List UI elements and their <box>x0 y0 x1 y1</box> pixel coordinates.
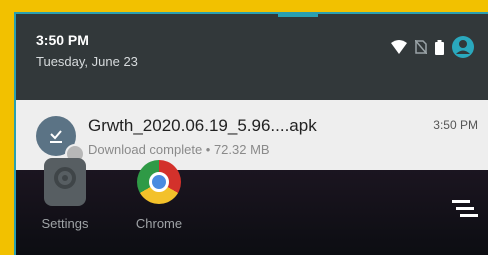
notification-time: 3:50 PM <box>433 118 478 132</box>
wifi-icon <box>391 40 407 54</box>
status-time: 3:50 PM <box>36 32 89 48</box>
download-notification[interactable]: Grwth_2020.06.19_5.96....apk Download co… <box>16 100 488 170</box>
sort-menu-icon[interactable] <box>452 200 478 227</box>
notification-title: Grwth_2020.06.19_5.96....apk <box>88 116 317 135</box>
app-label-chrome: Chrome <box>135 216 183 231</box>
battery-icon <box>435 39 444 55</box>
notification-shade-header: 3:50 PM Tuesday, June 23 <box>16 14 488 100</box>
settings-icon <box>44 158 86 206</box>
app-settings[interactable]: Settings <box>30 158 100 231</box>
shade-handle <box>278 14 318 17</box>
status-date: Tuesday, June 23 <box>36 54 138 69</box>
no-sim-icon <box>415 40 427 54</box>
account-icon[interactable] <box>452 36 474 58</box>
status-icons <box>391 36 474 58</box>
app-chrome[interactable]: Chrome <box>124 160 194 231</box>
home-screen: Settings Chrome <box>16 158 488 255</box>
notification-subtitle: Download complete • 72.32 MB <box>88 142 270 157</box>
app-label-settings: Settings <box>41 216 89 231</box>
device-screen: 3:50 PM Tuesday, June 23 Grwth_2020.06.1… <box>14 12 488 255</box>
chrome-icon <box>137 160 181 204</box>
